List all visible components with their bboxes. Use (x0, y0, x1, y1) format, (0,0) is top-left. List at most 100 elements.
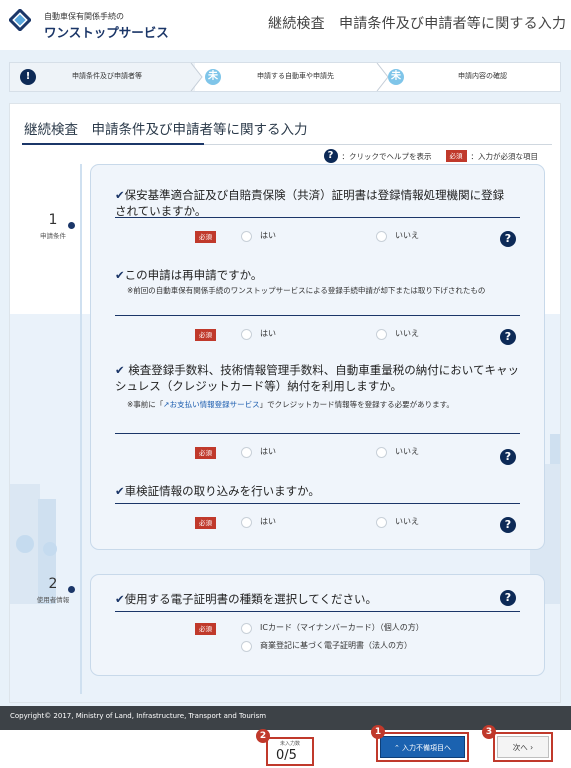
counter-label: 未入力数 (280, 741, 301, 747)
question-5: ✔使用する電子証明書の種類を選択してください。 (115, 591, 495, 607)
q5-option-corporate-cert-label[interactable]: 商業登記に基づく電子証明書（法人の方） (260, 640, 412, 651)
progress-steps: ! 申請条件及び申請者等 未 申請する自動車や申請先 未 申請内容の確認 (9, 62, 561, 92)
payment-service-link[interactable]: ↗お支払い情報登録サービス (163, 400, 259, 409)
required-badge: 必須 (195, 447, 216, 459)
required-badge: 必須 (195, 623, 216, 635)
question-2-divider (115, 315, 520, 316)
q5-help-icon[interactable]: ? (500, 590, 516, 606)
q3-help-icon[interactable]: ? (500, 449, 516, 465)
payment-service-link-text[interactable]: お支払い情報登録サービス (170, 400, 260, 409)
q4-radio-yes[interactable] (241, 517, 252, 528)
marker-2: 2 (256, 729, 270, 743)
q2-radio-no[interactable] (376, 329, 387, 340)
q1-help-icon[interactable]: ? (500, 231, 516, 247)
copyright-text: Copyright© 2017, Ministry of Land, Infra… (10, 712, 267, 720)
q4-option-yes-label[interactable]: はい (260, 516, 276, 527)
question-1: ✔保安基準適合証及び自賠責保険（共済）証明書は登録情報処理機関に登録されています… (115, 187, 515, 219)
required-badge: 必須 (195, 329, 216, 341)
logo-title[interactable]: ワンストップサービス (44, 22, 169, 41)
app-header: 自動車保有関係手続の ワンストップサービス 継続検査 申請条件及び申請者等に関す… (0, 0, 571, 50)
section-2-card: ✔使用する電子証明書の種類を選択してください。 ? 必須 ICカード（マイナンバ… (90, 574, 545, 676)
q4-radio-no[interactable] (376, 517, 387, 528)
legend: ? ：クリックでヘルプを表示 必須 ：入力が必須な項目 (323, 149, 539, 163)
q2-help-icon[interactable]: ? (500, 329, 516, 345)
question-2: ✔この申請は再申請ですか。 (115, 267, 515, 283)
step-3-status-icon: 未 (388, 69, 404, 85)
section-1-card: ✔保安基準適合証及び自賠責保険（共済）証明書は登録情報処理機関に登録されています… (90, 164, 545, 550)
required-badge: 必須 (195, 517, 216, 529)
q5-option-ic-card-label[interactable]: ICカード（マイナンバーカード）（個人の方） (260, 622, 424, 633)
question-4-options: 必須 はい いいえ ? (115, 515, 525, 533)
q2-option-yes-label[interactable]: はい (260, 328, 276, 339)
q5-radio-ic-card[interactable] (241, 623, 252, 634)
help-icon: ? (323, 149, 338, 163)
question-2-text: この申請は再申請ですか。 (124, 268, 263, 282)
goto-incomplete-label[interactable]: 入力不備項目へ (402, 744, 451, 752)
step-3: 未 申請内容の確認 (378, 63, 560, 91)
question-1-divider (115, 217, 520, 218)
required-badge: 必須 (195, 231, 216, 243)
question-5-option-2: 商業登記に基づく電子証明書（法人の方） (115, 639, 525, 657)
question-5-divider (115, 611, 520, 612)
q1-option-no-label[interactable]: いいえ (395, 230, 419, 241)
q3-option-yes-label[interactable]: はい (260, 446, 276, 457)
q2-radio-yes[interactable] (241, 329, 252, 340)
q3-option-no-label[interactable]: いいえ (395, 446, 419, 457)
question-3-options: 必須 はい いいえ ? (115, 445, 525, 465)
question-2-note: ※前回の自動車保有関係手続のワンストップサービスによる登録手続申請が却下または取… (127, 286, 486, 295)
q2-option-no-label[interactable]: いいえ (395, 328, 419, 339)
q4-help-icon[interactable]: ? (500, 517, 516, 533)
check-icon: ✔ (115, 268, 125, 282)
required-badge: 必須 (445, 150, 467, 162)
check-icon: ✔ (115, 188, 125, 202)
logo-subtitle: 自動車保有関係手続の (44, 12, 124, 21)
check-icon: ✔ (115, 484, 125, 498)
question-3-note: ※事前に「↗お支払い情報登録サービス」でクレジットカード情報等を登録する必要があ… (115, 399, 520, 411)
question-1-options: 必須 はい いいえ ? (115, 229, 525, 247)
step-2-label: 申請する自動車や申請先 (257, 72, 334, 80)
step-3-label: 申請内容の確認 (458, 72, 507, 80)
question-3-text: 検査登録手数料、技術情報管理手数料、自動車重量税の納付においてキャッシュレス（ク… (115, 363, 519, 393)
q4-option-no-label[interactable]: いいえ (395, 516, 419, 527)
question-3-note-prefix: ※事前に「 (127, 400, 164, 409)
question-5-text: 使用する電子証明書の種類を選択してください。 (124, 592, 377, 606)
unfilled-counter: 未入力数 0/5 (266, 737, 314, 766)
panel-title: 継続検査 申請条件及び申請者等に関する入力 (24, 122, 308, 138)
step-1: ! 申請条件及び申請者等 (10, 63, 195, 91)
step-2-status-icon: 未 (205, 69, 221, 85)
required-legend-text: ：入力が必須な項目 (470, 151, 539, 161)
marker-3: 3 (482, 725, 496, 739)
section-2-label: 使用者情報 (36, 596, 70, 604)
title-underline (22, 143, 204, 145)
section-1-dot (68, 222, 75, 229)
chevron-up-icon: ⌃ (393, 744, 403, 752)
page-heading: 継続検査 申請条件及び申請者等に関する入力 (268, 16, 567, 32)
section-1-number: 1 (48, 212, 58, 228)
question-3: ✔ 検査登録手数料、技術情報管理手数料、自動車重量税の納付においてキャッシュレス… (115, 362, 520, 394)
question-5-option-1: 必須 ICカード（マイナンバーカード）（個人の方） (115, 621, 525, 639)
goto-incomplete-button[interactable]: ⌃ 入力不備項目へ (380, 736, 465, 758)
check-icon: ✔ (115, 592, 125, 606)
question-1-text: 保安基準適合証及び自賠責保険（共済）証明書は登録情報処理機関に登録されていますか… (115, 188, 505, 218)
q3-radio-yes[interactable] (241, 447, 252, 458)
question-3-divider (115, 433, 520, 434)
step-1-label: 申請条件及び申請者等 (72, 72, 142, 80)
q1-radio-yes[interactable] (241, 231, 252, 242)
step-1-status-icon: ! (20, 69, 36, 85)
question-4-text: 車検証情報の取り込みを行いますか。 (124, 484, 320, 498)
question-3-note-suffix: 」でクレジットカード情報等を登録する必要があります。 (259, 400, 454, 409)
q5-radio-corporate-cert[interactable] (241, 641, 252, 652)
help-legend-text: ：クリックでヘルプを表示 (341, 151, 432, 161)
q1-option-yes-label[interactable]: はい (260, 230, 276, 241)
q3-radio-no[interactable] (376, 447, 387, 458)
section-2-number: 2 (48, 576, 58, 592)
question-2-options: 必須 はい いいえ ? (115, 327, 525, 345)
q1-radio-no[interactable] (376, 231, 387, 242)
counter-value: 0/5 (276, 748, 297, 763)
marker-1: 1 (371, 725, 385, 739)
question-4-divider (115, 503, 520, 504)
timeline-line (80, 164, 82, 694)
next-button[interactable]: 次へ › (497, 736, 549, 758)
section-1-label: 申請条件 (40, 232, 66, 240)
main-panel: 継続検査 申請条件及び申請者等に関する入力 ? ：クリックでヘルプを表示 必須 … (9, 103, 561, 703)
